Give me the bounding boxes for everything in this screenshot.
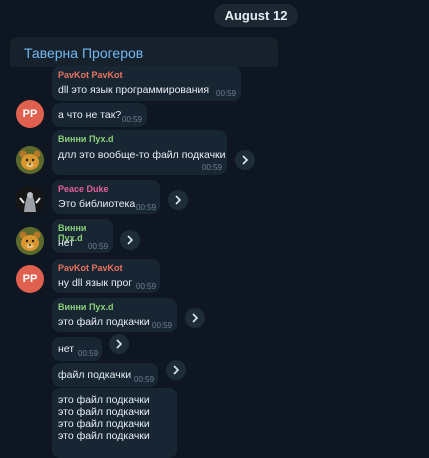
message-bubble[interactable]: PavKot PavKot ну dll язык прог 00:59	[52, 259, 160, 293]
message-text: нет	[58, 343, 75, 355]
forward-arrow-icon	[192, 313, 199, 323]
message-text: длл это вообще-то файл подкачки	[58, 149, 226, 161]
winnie-pooh-icon	[16, 227, 44, 255]
sender-name[interactable]: PavKot PavKot	[58, 263, 123, 273]
avatar-pavkot[interactable]: PP	[16, 100, 44, 128]
message-line: это файл подкачки	[58, 418, 150, 430]
message-line: это файл подкачки	[58, 430, 150, 442]
message-bubble[interactable]: нет 00:59	[52, 337, 102, 361]
sender-name[interactable]: Peace Duke	[58, 184, 109, 194]
message-bubble[interactable]: файл подкачки 00:59	[52, 363, 158, 387]
message-time: 00:59	[122, 115, 143, 124]
duke-icon	[16, 186, 44, 214]
message-time: 00:59	[134, 375, 155, 384]
message-line: это файл подкачки	[58, 406, 150, 418]
message-bubble[interactable]: а что не так? 00:59	[52, 103, 147, 127]
message-bubble[interactable]: Винни Пух.d нет 00:59	[52, 219, 113, 253]
message-time: 00:59	[136, 203, 157, 212]
avatar-peace-duke[interactable]	[16, 186, 44, 214]
message-text: dll это язык программирования	[58, 84, 210, 96]
sender-name[interactable]: Винни Пух.d	[58, 302, 114, 312]
message-bubble[interactable]: Винни Пух.d длл это вообще-то файл подка…	[52, 130, 227, 175]
forward-button[interactable]	[168, 190, 188, 210]
forward-button[interactable]	[235, 150, 255, 170]
avatar-pavkot[interactable]: PP	[16, 265, 44, 293]
message-text: Это библиотека	[58, 198, 136, 210]
message-text: нет	[58, 237, 75, 249]
avatar-initials: PP	[22, 108, 38, 120]
message-text: файл подкачки	[58, 369, 132, 381]
message-bubble[interactable]: PavKot PavKot dll это язык программирова…	[52, 66, 241, 101]
message-time: 00:59	[216, 89, 237, 98]
avatar-winnie-pooh[interactable]	[16, 227, 44, 255]
sender-name[interactable]: PavKot PavKot	[58, 70, 123, 80]
avatar-winnie-pooh[interactable]	[16, 146, 44, 174]
forward-button[interactable]	[166, 360, 186, 380]
message-text: а что не так?	[58, 109, 122, 121]
message-bubble[interactable]: Винни Пух.d это файл подкачки 00:59	[52, 298, 177, 332]
message-time: 00:59	[136, 282, 157, 291]
forward-arrow-icon	[175, 195, 182, 205]
forward-arrow-icon	[127, 235, 134, 245]
avatar-initials: PP	[22, 273, 38, 285]
forward-button[interactable]	[120, 230, 140, 250]
message-line: это файл подкачки	[58, 394, 150, 406]
message-time: 00:59	[152, 321, 173, 330]
chat-header[interactable]: Таверна Прогеров	[10, 37, 278, 67]
date-separator: August 12	[214, 4, 298, 27]
forward-button[interactable]	[109, 334, 129, 354]
message-text: ну dll язык прог	[58, 277, 133, 289]
forward-button[interactable]	[185, 308, 205, 328]
sender-name[interactable]: Винни Пух.d	[58, 134, 114, 144]
message-time: 00:59	[78, 349, 99, 358]
chat-title[interactable]: Таверна Прогеров	[24, 45, 143, 61]
forward-arrow-icon	[116, 339, 123, 349]
date-label: August 12	[224, 8, 288, 23]
message-bubble[interactable]: это файл подкачки это файл подкачки это …	[52, 388, 177, 458]
winnie-pooh-icon	[16, 146, 44, 174]
forward-arrow-icon	[242, 155, 249, 165]
message-text: это файл подкачки	[58, 316, 150, 328]
forward-arrow-icon	[173, 365, 180, 375]
message-time: 00:59	[202, 163, 223, 172]
message-bubble[interactable]: Peace Duke Это библиотека 00:59	[52, 180, 160, 214]
message-time: 00:59	[88, 242, 109, 251]
